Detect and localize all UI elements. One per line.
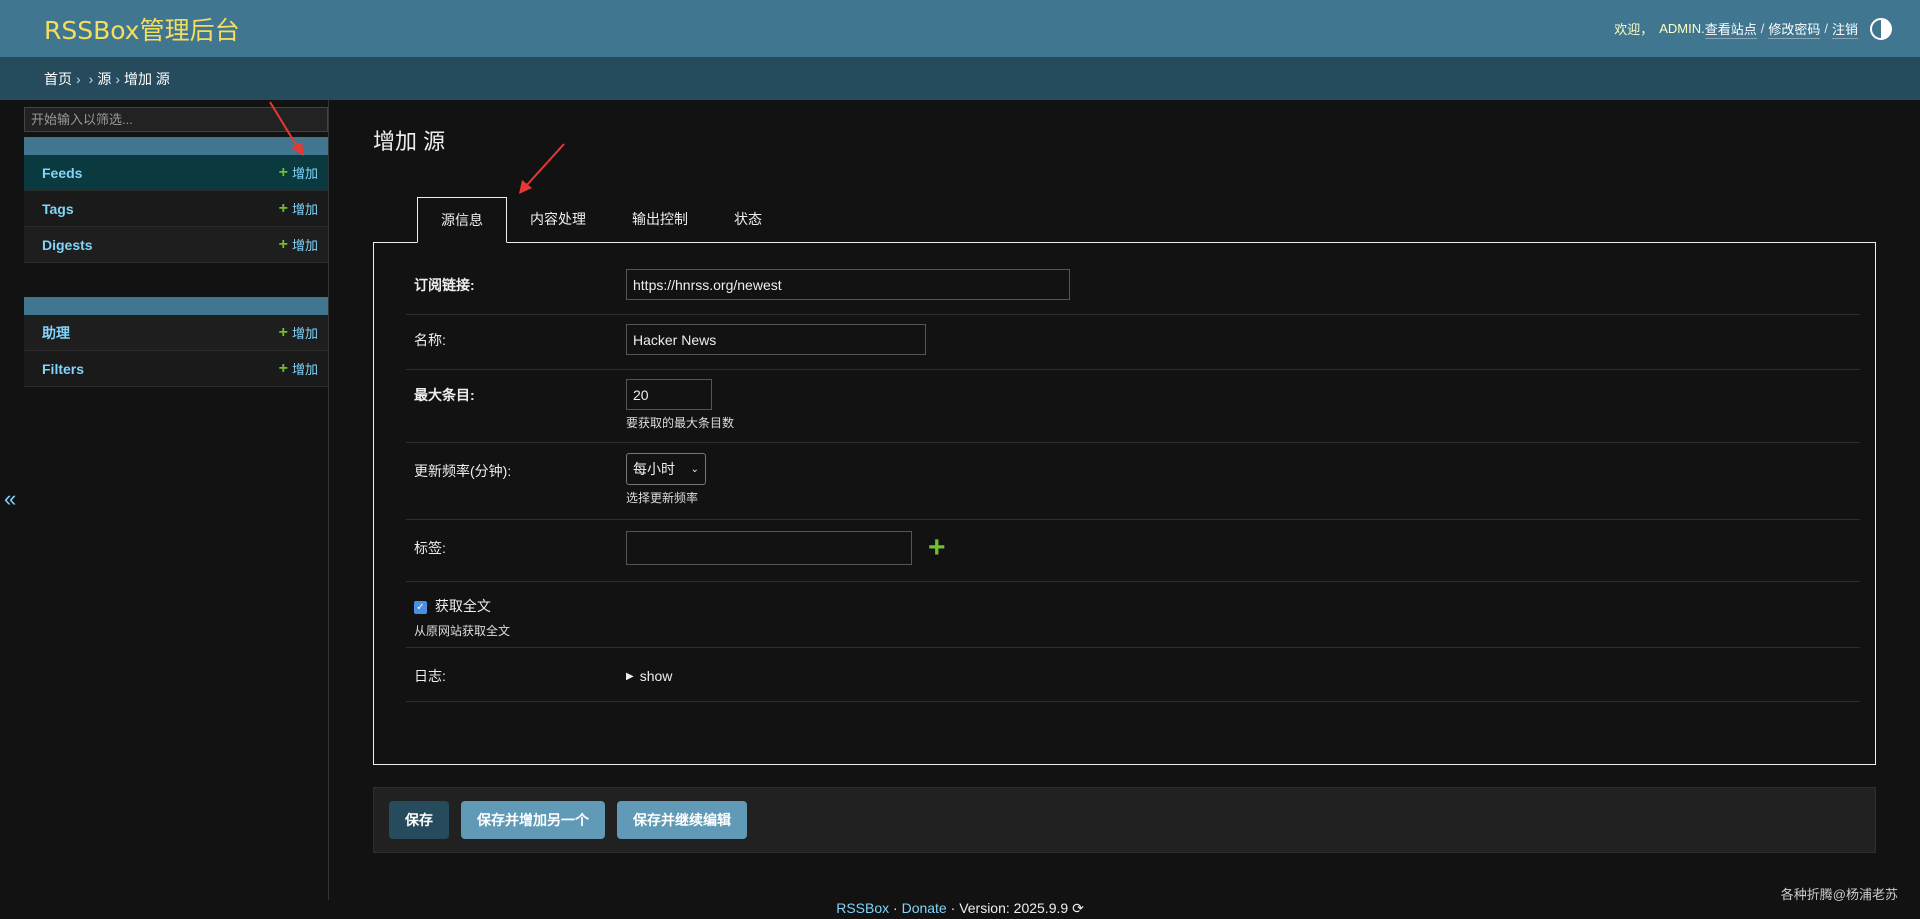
breadcrumb: 首页 › › 源 › 增加 源 [0,57,1920,100]
sidebar-item-tags: Tags + 增加 [24,191,328,227]
site-brand[interactable]: RSSBox管理后台 [44,11,240,47]
form-row-update-frequency: 更新频率(分钟): 每小时 ⌄ 选择更新频率 [406,443,1860,520]
name-label: 名称: [414,332,446,348]
add-label: 增加 [291,238,318,253]
app-module-assistant: 助理 + 增加 Filters + 增加 [24,297,328,387]
breadcrumb-arrow: › [76,70,81,87]
feed-url-label: 订阅链接: [414,277,475,293]
assistant-add-link[interactable]: + 增加 [279,323,318,342]
sidebar-collapse-icon[interactable]: « [4,486,16,512]
breadcrumb-current: 增加 源 [124,70,170,87]
feed-url-input[interactable] [626,269,1070,300]
log-label: 日志: [414,668,446,684]
update-frequency-field: 每小时 ⌄ 选择更新频率 [626,453,706,506]
theme-toggle-icon[interactable] [1870,17,1892,40]
log-show-text: show [639,668,673,684]
plus-icon: + [278,359,288,377]
sidebar-item-assistant: 助理 + 增加 [24,315,328,351]
form-row-log: 日志: ▶ show [406,648,1860,702]
breadcrumb-home[interactable]: 首页 [44,69,72,89]
sidebar-link-feeds[interactable]: Feeds [42,165,82,181]
page-footer: RSSBox · Donate · Version: 2025.9.9 ⟳ [0,900,1920,917]
max-items-help: 要获取的最大条目数 [626,416,735,430]
feed-info-form: 订阅链接: 名称: 最大条目: 要获取的最大条目数 更新频率(分钟): 每小时 … [373,242,1876,765]
sidebar-link-assistant[interactable]: 助理 [42,323,70,343]
tags-input[interactable] [626,531,912,565]
feeds-add-link[interactable]: + 增加 [279,163,318,182]
sidebar-item-digests: Digests + 增加 [24,227,328,263]
max-items-label: 最大条目: [414,387,475,403]
footer-dot: · [893,900,898,916]
change-password-link[interactable]: 修改密码 [1768,19,1821,39]
select-value: 每小时 [633,461,675,477]
fetch-fulltext-field: ✓ 获取全文 从原网站获取全文 [414,596,510,639]
annotation-arrow-icon [519,143,565,194]
tags-field: + [626,531,966,565]
update-frequency-help: 选择更新频率 [626,491,699,505]
sidebar-link-filters[interactable]: Filters [42,361,84,377]
filters-add-link[interactable]: + 增加 [279,359,318,378]
max-items-field: 要获取的最大条目数 [626,379,734,431]
tab-status[interactable]: 状态 [711,197,785,243]
submit-row: 保存 保存并增加另一个 保存并继续编辑 [373,787,1876,853]
tags-label: 标签: [414,540,446,556]
save-button[interactable]: 保存 [389,801,449,839]
plus-icon: + [278,235,288,253]
digests-add-link[interactable]: + 增加 [279,235,318,254]
form-row-fetch-fulltext: ✓ 获取全文 从原网站获取全文 [406,582,1860,648]
view-site-link[interactable]: 查看站点 [1704,19,1757,39]
plus-icon: + [278,323,288,341]
footer-version: Version: 2025.9.9 [959,900,1069,916]
add-tag-plus-icon[interactable]: + [928,533,946,563]
add-label: 增加 [291,202,318,217]
plus-icon: + [278,163,288,181]
breadcrumb-arrow: › [88,70,94,87]
sidebar-link-tags[interactable]: Tags [42,201,74,217]
update-frequency-label: 更新频率(分钟): [414,463,512,479]
annotation-arrow-icon [269,101,304,156]
log-show-toggle[interactable]: ▶ show [626,668,672,684]
refresh-icon[interactable]: ⟳ [1072,900,1084,916]
plus-icon: + [278,199,288,217]
breadcrumb-section[interactable]: 源 [97,69,111,89]
separator: / [1760,21,1765,36]
save-continue-button[interactable]: 保存并继续编辑 [617,801,747,839]
name-input[interactable] [626,324,926,355]
welcome-text: 欢迎， [1614,22,1654,37]
form-row-max-items: 最大条目: 要获取的最大条目数 [406,370,1860,443]
page-title: 增加 源 [373,129,446,154]
fetch-fulltext-help: 从原网站获取全文 [414,624,511,638]
tab-feed-info[interactable]: 源信息 [417,197,507,243]
footer-app-link[interactable]: RSSBox [836,900,889,916]
form-row-feed-url: 订阅链接: [406,260,1860,315]
form-row-name: 名称: [406,315,1860,370]
breadcrumb-arrow: › [115,70,121,87]
nav-sidebar: Feeds +增加 Tags +增加 Digests +增加 助理 +增加 Fi… [24,100,329,900]
footer-donate-link[interactable]: Donate [902,900,947,916]
fetch-fulltext-checkbox[interactable]: ✓ [414,600,427,614]
save-add-another-button[interactable]: 保存并增加另一个 [461,801,605,839]
logout-link[interactable]: 注销 [1831,19,1858,39]
site-header: RSSBox管理后台 欢迎， ADMIN. 查看站点 / 修改密码 / 注销 [0,0,1920,57]
footer-dot: · [950,900,956,916]
fetch-fulltext-label: 获取全文 [434,598,491,614]
tags-add-link[interactable]: + 增加 [279,199,318,218]
add-label: 增加 [291,362,318,377]
module-header [24,297,328,315]
update-frequency-select[interactable]: 每小时 ⌄ [626,453,706,485]
tab-content-processing[interactable]: 内容处理 [507,197,609,243]
max-items-input[interactable] [626,379,712,410]
user-tools: 欢迎， ADMIN. 查看站点 / 修改密码 / 注销 [1614,17,1892,40]
add-label: 增加 [291,326,318,341]
separator: / [1824,21,1828,36]
tab-bar: 源信息 内容处理 输出控制 状态 [417,197,785,243]
chevron-down-icon: ⌄ [690,463,699,475]
tab-output-control[interactable]: 输出控制 [609,197,711,243]
form-row-tags: 标签: + [406,520,1860,582]
sidebar-link-digests[interactable]: Digests [42,237,93,253]
triangle-right-icon: ▶ [626,670,634,682]
add-label: 增加 [291,166,318,181]
sidebar-item-filters: Filters + 增加 [24,351,328,387]
username: ADMIN. [1659,21,1705,36]
